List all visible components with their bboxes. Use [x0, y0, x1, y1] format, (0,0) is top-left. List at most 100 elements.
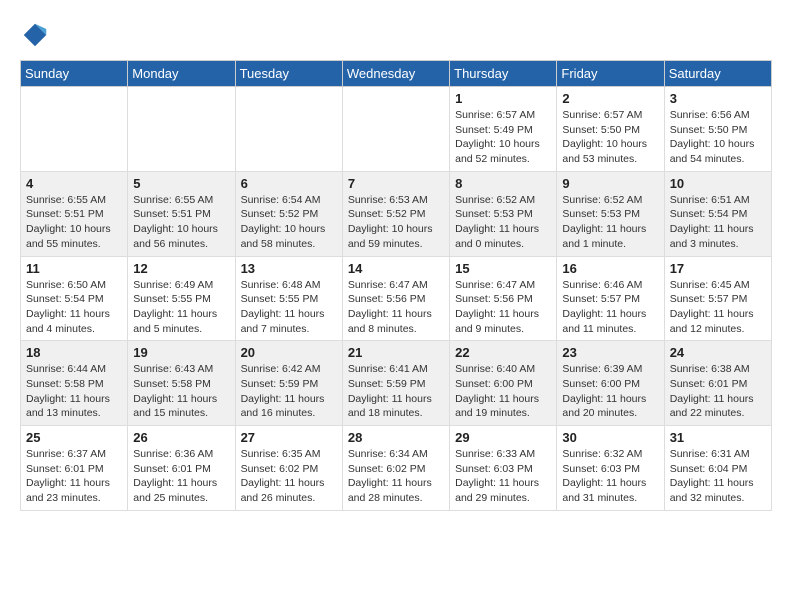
day-number: 4 — [26, 176, 122, 191]
day-number: 21 — [348, 345, 444, 360]
day-number: 13 — [241, 261, 337, 276]
day-info: Sunrise: 6:36 AM Sunset: 6:01 PM Dayligh… — [133, 447, 229, 506]
day-info: Sunrise: 6:33 AM Sunset: 6:03 PM Dayligh… — [455, 447, 551, 506]
calendar-week-row: 1 Sunrise: 6:57 AM Sunset: 5:49 PM Daylig… — [21, 87, 772, 172]
calendar-cell: 19 Sunrise: 6:43 AM Sunset: 5:58 PM Dayli… — [128, 341, 235, 426]
day-info: Sunrise: 6:38 AM Sunset: 6:01 PM Dayligh… — [670, 362, 766, 421]
col-thursday: Thursday — [450, 61, 557, 87]
day-info: Sunrise: 6:46 AM Sunset: 5:57 PM Dayligh… — [562, 278, 658, 337]
day-info: Sunrise: 6:47 AM Sunset: 5:56 PM Dayligh… — [455, 278, 551, 337]
calendar-cell: 24 Sunrise: 6:38 AM Sunset: 6:01 PM Dayli… — [664, 341, 771, 426]
day-info: Sunrise: 6:41 AM Sunset: 5:59 PM Dayligh… — [348, 362, 444, 421]
page-header — [20, 20, 772, 50]
calendar-cell: 18 Sunrise: 6:44 AM Sunset: 5:58 PM Dayli… — [21, 341, 128, 426]
calendar-week-row: 4 Sunrise: 6:55 AM Sunset: 5:51 PM Daylig… — [21, 171, 772, 256]
col-saturday: Saturday — [664, 61, 771, 87]
calendar-cell: 16 Sunrise: 6:46 AM Sunset: 5:57 PM Dayli… — [557, 256, 664, 341]
day-number: 12 — [133, 261, 229, 276]
day-number: 2 — [562, 91, 658, 106]
day-number: 18 — [26, 345, 122, 360]
day-number: 19 — [133, 345, 229, 360]
day-info: Sunrise: 6:31 AM Sunset: 6:04 PM Dayligh… — [670, 447, 766, 506]
calendar-cell: 11 Sunrise: 6:50 AM Sunset: 5:54 PM Dayli… — [21, 256, 128, 341]
day-number: 20 — [241, 345, 337, 360]
calendar-cell: 30Sunrise: 6:32 AM Sunset: 6:03 PM Dayli… — [557, 426, 664, 511]
day-number: 14 — [348, 261, 444, 276]
day-info: Sunrise: 6:57 AM Sunset: 5:50 PM Dayligh… — [562, 108, 658, 167]
calendar-cell: 4Sunrise: 6:55 AM Sunset: 5:51 PM Daylig… — [21, 171, 128, 256]
day-info: Sunrise: 6:56 AM Sunset: 5:50 PM Dayligh… — [670, 108, 766, 167]
day-number: 5 — [133, 176, 229, 191]
day-number: 11 — [26, 261, 122, 276]
day-number: 22 — [455, 345, 551, 360]
day-number: 27 — [241, 430, 337, 445]
day-info: Sunrise: 6:50 AM Sunset: 5:54 PM Dayligh… — [26, 278, 122, 337]
day-info: Sunrise: 6:44 AM Sunset: 5:58 PM Dayligh… — [26, 362, 122, 421]
calendar-cell: 29 Sunrise: 6:33 AM Sunset: 6:03 PM Dayli… — [450, 426, 557, 511]
calendar-cell: 31 Sunrise: 6:31 AM Sunset: 6:04 PM Dayli… — [664, 426, 771, 511]
day-number: 16 — [562, 261, 658, 276]
calendar-table: Sunday Monday Tuesday Wednesday Thursday… — [20, 60, 772, 511]
calendar-cell: 13 Sunrise: 6:48 AM Sunset: 5:55 PM Dayli… — [235, 256, 342, 341]
day-number: 8 — [455, 176, 551, 191]
calendar-cell — [235, 87, 342, 172]
calendar-cell: 20 Sunrise: 6:42 AM Sunset: 5:59 PM Dayli… — [235, 341, 342, 426]
calendar-week-row: 25Sunrise: 6:37 AM Sunset: 6:01 PM Dayli… — [21, 426, 772, 511]
day-info: Sunrise: 6:48 AM Sunset: 5:55 PM Dayligh… — [241, 278, 337, 337]
calendar-cell: 1 Sunrise: 6:57 AM Sunset: 5:49 PM Daylig… — [450, 87, 557, 172]
day-number: 1 — [455, 91, 551, 106]
day-info: Sunrise: 6:45 AM Sunset: 5:57 PM Dayligh… — [670, 278, 766, 337]
day-number: 15 — [455, 261, 551, 276]
day-number: 30 — [562, 430, 658, 445]
calendar-cell: 8 Sunrise: 6:52 AM Sunset: 5:53 PM Daylig… — [450, 171, 557, 256]
calendar-cell: 5 Sunrise: 6:55 AM Sunset: 5:51 PM Daylig… — [128, 171, 235, 256]
calendar-cell: 14 Sunrise: 6:47 AM Sunset: 5:56 PM Dayli… — [342, 256, 449, 341]
day-info: Sunrise: 6:51 AM Sunset: 5:54 PM Dayligh… — [670, 193, 766, 252]
day-info: Sunrise: 6:43 AM Sunset: 5:58 PM Dayligh… — [133, 362, 229, 421]
day-number: 3 — [670, 91, 766, 106]
logo — [20, 20, 54, 50]
day-number: 9 — [562, 176, 658, 191]
calendar-cell: 6 Sunrise: 6:54 AM Sunset: 5:52 PM Daylig… — [235, 171, 342, 256]
calendar-cell: 23 Sunrise: 6:39 AM Sunset: 6:00 PM Dayli… — [557, 341, 664, 426]
calendar-cell — [128, 87, 235, 172]
day-number: 7 — [348, 176, 444, 191]
calendar-cell: 26 Sunrise: 6:36 AM Sunset: 6:01 PM Dayli… — [128, 426, 235, 511]
calendar-week-row: 18 Sunrise: 6:44 AM Sunset: 5:58 PM Dayli… — [21, 341, 772, 426]
day-number: 24 — [670, 345, 766, 360]
day-number: 23 — [562, 345, 658, 360]
col-monday: Monday — [128, 61, 235, 87]
calendar-cell: 7Sunrise: 6:53 AM Sunset: 5:52 PM Daylig… — [342, 171, 449, 256]
day-info: Sunrise: 6:47 AM Sunset: 5:56 PM Dayligh… — [348, 278, 444, 337]
day-info: Sunrise: 6:52 AM Sunset: 5:53 PM Dayligh… — [455, 193, 551, 252]
weekday-header-row: Sunday Monday Tuesday Wednesday Thursday… — [21, 61, 772, 87]
day-number: 26 — [133, 430, 229, 445]
day-number: 31 — [670, 430, 766, 445]
calendar-cell: 12 Sunrise: 6:49 AM Sunset: 5:55 PM Dayli… — [128, 256, 235, 341]
calendar-cell — [342, 87, 449, 172]
day-info: Sunrise: 6:35 AM Sunset: 6:02 PM Dayligh… — [241, 447, 337, 506]
day-info: Sunrise: 6:57 AM Sunset: 5:49 PM Dayligh… — [455, 108, 551, 167]
calendar-cell: 15 Sunrise: 6:47 AM Sunset: 5:56 PM Dayli… — [450, 256, 557, 341]
day-info: Sunrise: 6:55 AM Sunset: 5:51 PM Dayligh… — [133, 193, 229, 252]
calendar-cell: 3 Sunrise: 6:56 AM Sunset: 5:50 PM Daylig… — [664, 87, 771, 172]
day-info: Sunrise: 6:52 AM Sunset: 5:53 PM Dayligh… — [562, 193, 658, 252]
day-info: Sunrise: 6:54 AM Sunset: 5:52 PM Dayligh… — [241, 193, 337, 252]
day-number: 6 — [241, 176, 337, 191]
day-info: Sunrise: 6:49 AM Sunset: 5:55 PM Dayligh… — [133, 278, 229, 337]
calendar-cell: 22Sunrise: 6:40 AM Sunset: 6:00 PM Dayli… — [450, 341, 557, 426]
calendar-week-row: 11 Sunrise: 6:50 AM Sunset: 5:54 PM Dayli… — [21, 256, 772, 341]
col-friday: Friday — [557, 61, 664, 87]
calendar-cell: 10 Sunrise: 6:51 AM Sunset: 5:54 PM Dayli… — [664, 171, 771, 256]
day-info: Sunrise: 6:42 AM Sunset: 5:59 PM Dayligh… — [241, 362, 337, 421]
col-wednesday: Wednesday — [342, 61, 449, 87]
day-number: 25 — [26, 430, 122, 445]
day-info: Sunrise: 6:39 AM Sunset: 6:00 PM Dayligh… — [562, 362, 658, 421]
day-number: 29 — [455, 430, 551, 445]
calendar-cell: 25Sunrise: 6:37 AM Sunset: 6:01 PM Dayli… — [21, 426, 128, 511]
calendar-cell: 17 Sunrise: 6:45 AM Sunset: 5:57 PM Dayli… — [664, 256, 771, 341]
calendar-cell: 28Sunrise: 6:34 AM Sunset: 6:02 PM Dayli… — [342, 426, 449, 511]
day-number: 10 — [670, 176, 766, 191]
calendar-cell: 21 Sunrise: 6:41 AM Sunset: 5:59 PM Dayli… — [342, 341, 449, 426]
day-number: 17 — [670, 261, 766, 276]
